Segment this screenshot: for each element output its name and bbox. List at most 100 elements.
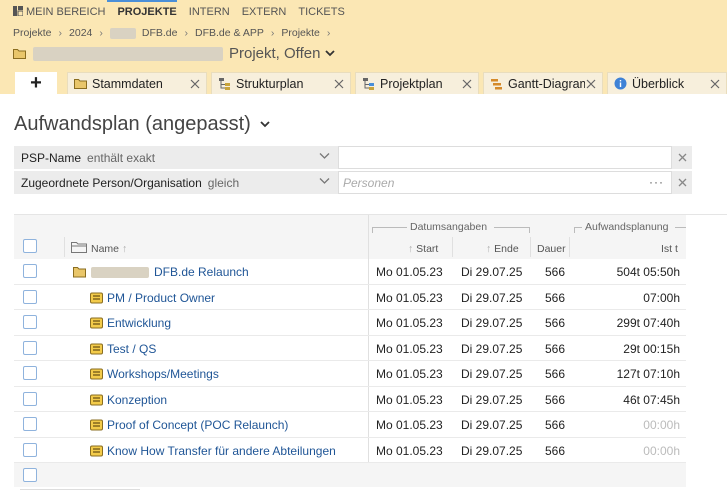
psp-name-input[interactable] bbox=[338, 146, 672, 169]
row-ist-value: 07:00h bbox=[643, 290, 680, 305]
person-input-wrap: ··· bbox=[338, 171, 672, 194]
row-name-link[interactable]: Workshops/Meetings bbox=[107, 367, 219, 381]
row-name-link[interactable]: Proof of Concept (POC Relaunch) bbox=[107, 418, 288, 432]
table-row[interactable]: Know How Transfer für andere Abteilungen… bbox=[14, 438, 686, 463]
breadcrumb-item[interactable]: DFB.de & APP bbox=[195, 27, 264, 39]
folder-icon bbox=[74, 79, 87, 89]
column-divider bbox=[569, 237, 570, 257]
breadcrumb-item[interactable]: 2024 bbox=[69, 27, 92, 39]
table-row[interactable]: Test / QS Mo 01.05.23 Di 29.07.25 566 29t 00… bbox=[14, 336, 686, 361]
tab-gantt-diagramm[interactable]: Gantt-Diagramm bbox=[483, 72, 603, 94]
row-end-date: Di 29.07.25 bbox=[461, 265, 523, 279]
breadcrumb-separator-icon: › bbox=[326, 27, 331, 39]
table-row[interactable]: Workshops/Meetings Mo 01.05.23 Di 29.07.25… bbox=[14, 361, 686, 387]
breadcrumb-item[interactable]: Projekte bbox=[281, 27, 320, 39]
row-duration: 566 bbox=[545, 290, 566, 305]
sort-up-icon: ↑ bbox=[121, 243, 128, 255]
group-bracket bbox=[675, 227, 686, 233]
column-header-end[interactable]: ↑ Ende bbox=[486, 243, 519, 255]
row-name-link[interactable]: Know How Transfer für andere Abteilungen bbox=[107, 444, 336, 458]
row-ist-value: 00:00h bbox=[643, 443, 680, 458]
table-row[interactable]: DFB.de Relaunch Mo 01.05.23 Di 29.07.25 566… bbox=[14, 259, 686, 285]
add-tab-button[interactable]: + bbox=[15, 72, 57, 94]
row-checkbox[interactable] bbox=[23, 315, 37, 329]
close-icon[interactable] bbox=[709, 78, 721, 90]
tab-stammdaten[interactable]: Stammdaten bbox=[67, 72, 207, 94]
dashboard-icon bbox=[13, 6, 23, 16]
row-checkbox[interactable] bbox=[23, 366, 37, 380]
clear-filter-button[interactable] bbox=[672, 146, 692, 169]
row-ist-value: 299t 07:40h bbox=[616, 316, 680, 330]
clear-filter-button[interactable] bbox=[672, 171, 692, 194]
row-checkbox[interactable] bbox=[23, 417, 37, 431]
column-header-duration[interactable]: Dauer bbox=[537, 243, 566, 255]
breadcrumb: Projekte › 2024 › DFB.de › DFB.de & APP … bbox=[13, 27, 337, 39]
filter-field-select[interactable]: PSP-Name enthält exakt bbox=[14, 146, 338, 169]
row-name-link[interactable]: DFB.de Relaunch bbox=[154, 265, 249, 279]
column-header-ist[interactable]: Ist t bbox=[661, 243, 678, 255]
breadcrumb-separator-icon: › bbox=[99, 27, 103, 39]
close-icon[interactable] bbox=[461, 78, 473, 90]
footer-checkbox[interactable] bbox=[23, 468, 37, 482]
app-header: MEIN BEREICH PROJEKTE INTERN EXTERN TICK… bbox=[0, 0, 727, 70]
tab-ueberblick[interactable]: Überblick bbox=[607, 72, 727, 94]
nav-extern[interactable]: EXTERN bbox=[242, 6, 287, 20]
task-icon bbox=[90, 292, 103, 303]
column-header-name[interactable]: Name ↑ bbox=[91, 243, 127, 255]
more-options-icon[interactable]: ··· bbox=[649, 175, 664, 189]
select-all-checkbox[interactable] bbox=[23, 239, 37, 253]
row-name-link[interactable]: Entwicklung bbox=[107, 316, 171, 330]
nav-intern[interactable]: INTERN bbox=[189, 6, 230, 20]
row-name-link[interactable]: Test / QS bbox=[107, 342, 156, 356]
row-checkbox[interactable] bbox=[23, 289, 37, 304]
gantt-icon bbox=[491, 79, 502, 90]
group-header-dates: Datumsangaben bbox=[410, 221, 488, 233]
row-end-date: Di 29.07.25 bbox=[461, 367, 523, 381]
person-input[interactable] bbox=[338, 171, 672, 194]
row-checkbox[interactable] bbox=[23, 340, 37, 355]
close-icon[interactable] bbox=[585, 78, 597, 90]
row-name-link[interactable]: Konzeption bbox=[107, 393, 167, 407]
row-start-date: Mo 01.05.23 bbox=[376, 290, 443, 305]
effort-table: Datumsangaben Aufwandsplanung Name ↑ ↑ S… bbox=[14, 214, 727, 487]
close-icon bbox=[678, 153, 686, 162]
row-duration: 566 bbox=[545, 265, 566, 279]
breadcrumb-separator-icon: › bbox=[184, 27, 189, 39]
folder-icon bbox=[73, 267, 86, 278]
close-icon[interactable] bbox=[333, 78, 345, 90]
row-name-link[interactable]: PM / Product Owner bbox=[107, 291, 215, 305]
filter-field-select[interactable]: Zugeordnete Person/Organisation gleich bbox=[14, 171, 338, 194]
task-icon bbox=[90, 317, 103, 329]
group-bracket bbox=[372, 227, 407, 233]
breadcrumb-separator-icon: › bbox=[270, 27, 275, 39]
table-header: Datumsangaben Aufwandsplanung Name ↑ ↑ S… bbox=[14, 215, 686, 487]
table-row[interactable]: PM / Product Owner Mo 01.05.23 Di 29.07.25… bbox=[14, 285, 686, 310]
nav-projekte[interactable]: PROJEKTE bbox=[117, 6, 176, 20]
breadcrumb-item[interactable]: DFB.de bbox=[142, 27, 178, 39]
breadcrumb-item[interactable]: Projekte bbox=[13, 27, 52, 39]
row-start-date: Mo 01.05.23 bbox=[376, 265, 443, 279]
table-row[interactable]: Konzeption Mo 01.05.23 Di 29.07.25 566 46t 0… bbox=[14, 387, 686, 412]
nav-tickets[interactable]: TICKETS bbox=[298, 6, 344, 20]
chevron-down-icon[interactable] bbox=[325, 50, 336, 57]
row-duration: 566 bbox=[545, 341, 566, 356]
page-title[interactable]: Aufwandsplan (angepasst) bbox=[14, 113, 270, 136]
close-icon bbox=[678, 178, 686, 187]
tab-strukturplan[interactable]: Strukturplan bbox=[211, 72, 351, 94]
row-ist-value: 46t 07:45h bbox=[623, 392, 680, 407]
structure-icon bbox=[219, 78, 230, 90]
table-row[interactable]: Entwicklung Mo 01.05.23 Di 29.07.25 566 299t… bbox=[14, 310, 686, 336]
nav-mein-bereich[interactable]: MEIN BEREICH bbox=[13, 6, 105, 20]
row-checkbox[interactable] bbox=[23, 442, 37, 457]
column-header-start[interactable]: ↑ Start bbox=[408, 243, 438, 255]
chevron-down-icon[interactable] bbox=[319, 152, 330, 160]
row-checkbox[interactable] bbox=[23, 391, 37, 406]
project-title[interactable]: Projekt, Offen bbox=[13, 45, 336, 62]
horizontal-scrollbar[interactable] bbox=[20, 489, 140, 495]
chevron-down-icon[interactable] bbox=[319, 177, 330, 185]
table-row[interactable]: Proof of Concept (POC Relaunch) Mo 01.05.… bbox=[14, 412, 686, 438]
row-checkbox[interactable] bbox=[23, 264, 37, 278]
close-icon[interactable] bbox=[189, 78, 201, 90]
tab-projektplan[interactable]: Projektplan bbox=[355, 72, 479, 94]
chevron-down-icon[interactable] bbox=[260, 121, 270, 128]
